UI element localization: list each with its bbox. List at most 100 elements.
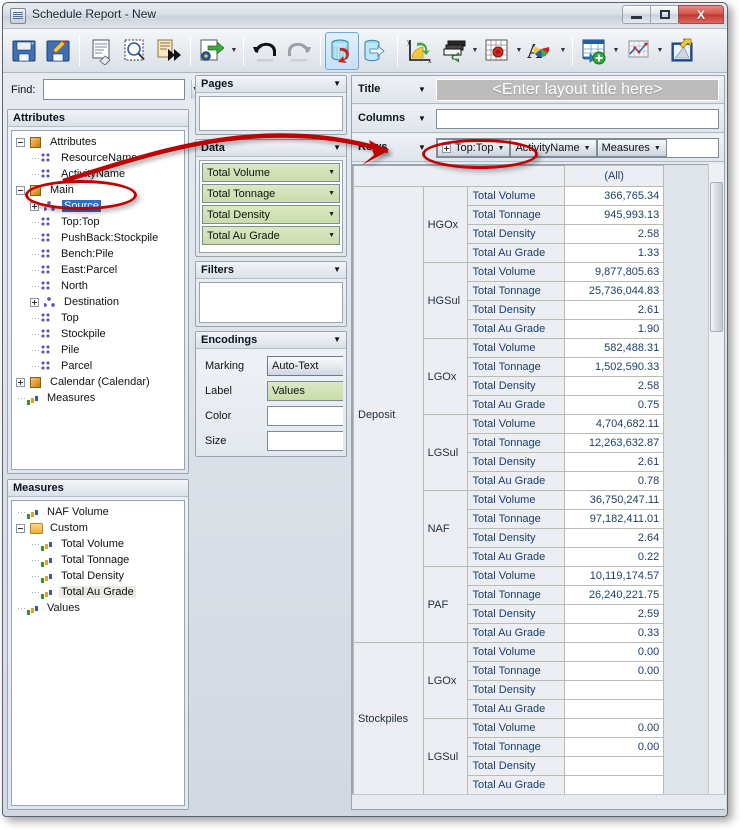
layers-dropdown-arrow[interactable]: ▼ <box>470 47 480 54</box>
pivot-subgroup-cell[interactable]: LGSul <box>422 414 469 491</box>
chevron-down-icon[interactable]: ▼ <box>418 114 426 123</box>
pivot-measure-cell[interactable]: Total Tonnage <box>467 585 565 605</box>
pivot-measure-cell[interactable]: Total Density <box>467 224 565 244</box>
pivot-value-cell[interactable]: 2.58 <box>563 224 665 244</box>
pivot-value-cell[interactable]: 1.90 <box>563 319 665 339</box>
pivot-value-cell[interactable] <box>563 756 665 776</box>
pivot-value-cell[interactable] <box>563 680 665 700</box>
tree-item[interactable]: ··· PushBack:Stockpile <box>16 230 184 246</box>
pivot-value-cell[interactable]: 26,240,221.75 <box>563 585 665 605</box>
vertical-scroll-thumb[interactable] <box>710 182 723 332</box>
data-shelf-pill[interactable]: Total Au Grade ▼ <box>202 226 340 245</box>
pivot-measure-cell[interactable]: Total Volume <box>467 414 565 434</box>
pivot-value-cell[interactable]: 12,263,632.87 <box>563 433 665 453</box>
font-color-icon[interactable]: A <box>524 32 558 70</box>
collapse-minus-icon[interactable] <box>16 137 25 147</box>
pivot-measure-cell[interactable]: Total Volume <box>467 490 565 510</box>
pivot-table-container[interactable]: (All) Deposit HGOx Total Volume 366,765.34 To… <box>352 164 709 795</box>
tree-item[interactable]: Attributes <box>16 134 184 150</box>
tree-item[interactable]: ··· Total Tonnage <box>16 552 184 568</box>
tree-item[interactable]: ··· Stockpile <box>16 326 184 342</box>
chevron-down-icon[interactable]: ▼ <box>584 145 591 152</box>
pivot-measure-cell[interactable]: Total Volume <box>467 718 565 738</box>
pivot-value-cell[interactable]: 97,182,411.01 <box>563 509 665 529</box>
add-table-icon[interactable] <box>577 32 611 70</box>
minimize-button[interactable] <box>622 5 651 24</box>
pivot-measure-cell[interactable]: Total Au Grade <box>467 699 565 719</box>
pivot-value-cell[interactable]: 36,750,247.11 <box>563 490 665 510</box>
tree-item[interactable]: ··· East:Parcel <box>16 262 184 278</box>
chevron-down-icon[interactable]: ▼ <box>333 143 341 152</box>
pivot-measure-cell[interactable]: Total Density <box>467 300 565 320</box>
pivot-value-cell[interactable]: 25,736,044.83 <box>563 281 665 301</box>
chevron-down-icon[interactable]: ▼ <box>654 145 661 152</box>
chevron-down-icon[interactable]: ▼ <box>333 335 341 344</box>
pivot-group-cell[interactable]: Stockpiles <box>353 642 424 794</box>
pivot-value-cell[interactable]: 0.00 <box>563 661 665 681</box>
tree-item[interactable]: ··· Values <box>16 600 184 616</box>
tree-item[interactable]: Calendar (Calendar) <box>16 374 184 390</box>
tree-item[interactable]: Custom <box>16 520 184 536</box>
encoding-label-field[interactable]: Values▼ <box>267 381 343 401</box>
chevron-down-icon[interactable]: ▼ <box>328 232 335 239</box>
pivot-measure-cell[interactable]: Total Au Grade <box>467 775 565 794</box>
encoding-size-field[interactable] <box>267 431 343 451</box>
data-shelf-pill[interactable]: Total Volume ▼ <box>202 163 340 182</box>
tree-item[interactable]: ··· Top:Top <box>16 214 184 230</box>
tree-item[interactable]: ··· Bench:Pile <box>16 246 184 262</box>
tree-item[interactable]: ··· ActivityName <box>16 166 184 182</box>
tree-item[interactable]: ··· NAF Volume <box>16 504 184 520</box>
pivot-value-cell[interactable]: 1.33 <box>563 243 665 263</box>
pivot-measure-cell[interactable]: Total Au Grade <box>467 395 565 415</box>
pivot-measure-cell[interactable]: Total Density <box>467 528 565 548</box>
encoding-marking-field[interactable]: Auto-Text▼ <box>267 356 343 376</box>
pivot-subgroup-cell[interactable]: HGOx <box>422 186 469 263</box>
pivot-measure-cell[interactable]: Total Au Grade <box>467 243 565 263</box>
tree-item[interactable]: Destination <box>16 294 184 310</box>
clear-layout-icon[interactable] <box>84 32 118 70</box>
pivot-value-cell[interactable]: 1,502,590.33 <box>563 357 665 377</box>
axis-settings-icon[interactable]: yx <box>402 32 436 70</box>
pivot-value-cell[interactable]: 0.22 <box>563 547 665 567</box>
pivot-horizontal-scrollbar[interactable] <box>352 794 726 809</box>
export-data-icon[interactable] <box>359 32 393 70</box>
add-chart-icon[interactable] <box>621 32 655 70</box>
pivot-measure-cell[interactable]: Total Tonnage <box>467 661 565 681</box>
pivot-value-cell[interactable]: 582,488.31 <box>563 338 665 358</box>
chevron-down-icon[interactable]: ▼ <box>333 79 341 88</box>
pages-shelf-dropzone[interactable] <box>199 96 343 131</box>
filters-shelf-dropzone[interactable] <box>199 282 343 323</box>
tree-item[interactable]: ··· Total Volume <box>16 536 184 552</box>
tree-item[interactable]: ··· Measures <box>16 390 184 406</box>
pivot-subgroup-cell[interactable]: HGSul <box>422 262 469 339</box>
pivot-measure-cell[interactable]: Total Au Grade <box>467 623 565 643</box>
pivot-value-cell[interactable] <box>563 775 665 794</box>
pivot-measure-cell[interactable]: Total Au Grade <box>467 547 565 567</box>
grid-settings-icon[interactable] <box>480 32 514 70</box>
maximize-button[interactable] <box>650 5 679 24</box>
data-panel-header[interactable]: Data ▼ <box>196 140 346 157</box>
pivot-measure-cell[interactable]: Total Tonnage <box>467 433 565 453</box>
undo-icon[interactable] <box>248 32 282 70</box>
pivot-value-cell[interactable]: 9,877,805.63 <box>563 262 665 282</box>
find-combobox[interactable]: ▼ <box>43 79 199 100</box>
pivot-measure-cell[interactable]: Total Volume <box>467 338 565 358</box>
pivot-measure-cell[interactable]: Total Tonnage <box>467 205 565 225</box>
pivot-measure-cell[interactable]: Total Tonnage <box>467 357 565 377</box>
measures-tree[interactable]: ··· NAF Volume Custom ··· Total Volume ··· Tot… <box>11 500 185 806</box>
save-as-icon[interactable] <box>41 32 75 70</box>
preview-icon[interactable] <box>118 32 152 70</box>
redo-icon[interactable] <box>282 32 316 70</box>
font-color-dropdown-arrow[interactable]: ▼ <box>558 47 568 54</box>
data-shelf-pill[interactable]: Total Tonnage ▼ <box>202 184 340 203</box>
pivot-measure-cell[interactable]: Total Density <box>467 376 565 396</box>
tree-item[interactable]: ··· ResourceName <box>16 150 184 166</box>
add-chart-dropdown-arrow[interactable]: ▼ <box>655 47 665 54</box>
pivot-value-cell[interactable]: 0.75 <box>563 395 665 415</box>
columns-shelf-dropzone[interactable] <box>436 109 719 129</box>
pivot-table[interactable]: (All) Deposit HGOx Total Volume 366,765.34 To… <box>353 165 708 794</box>
chevron-down-icon[interactable]: ▼ <box>418 85 426 94</box>
export-settings-icon[interactable] <box>195 32 229 70</box>
pivot-value-cell[interactable]: 10,119,174.57 <box>563 566 665 586</box>
pivot-measure-cell[interactable]: Total Density <box>467 452 565 472</box>
